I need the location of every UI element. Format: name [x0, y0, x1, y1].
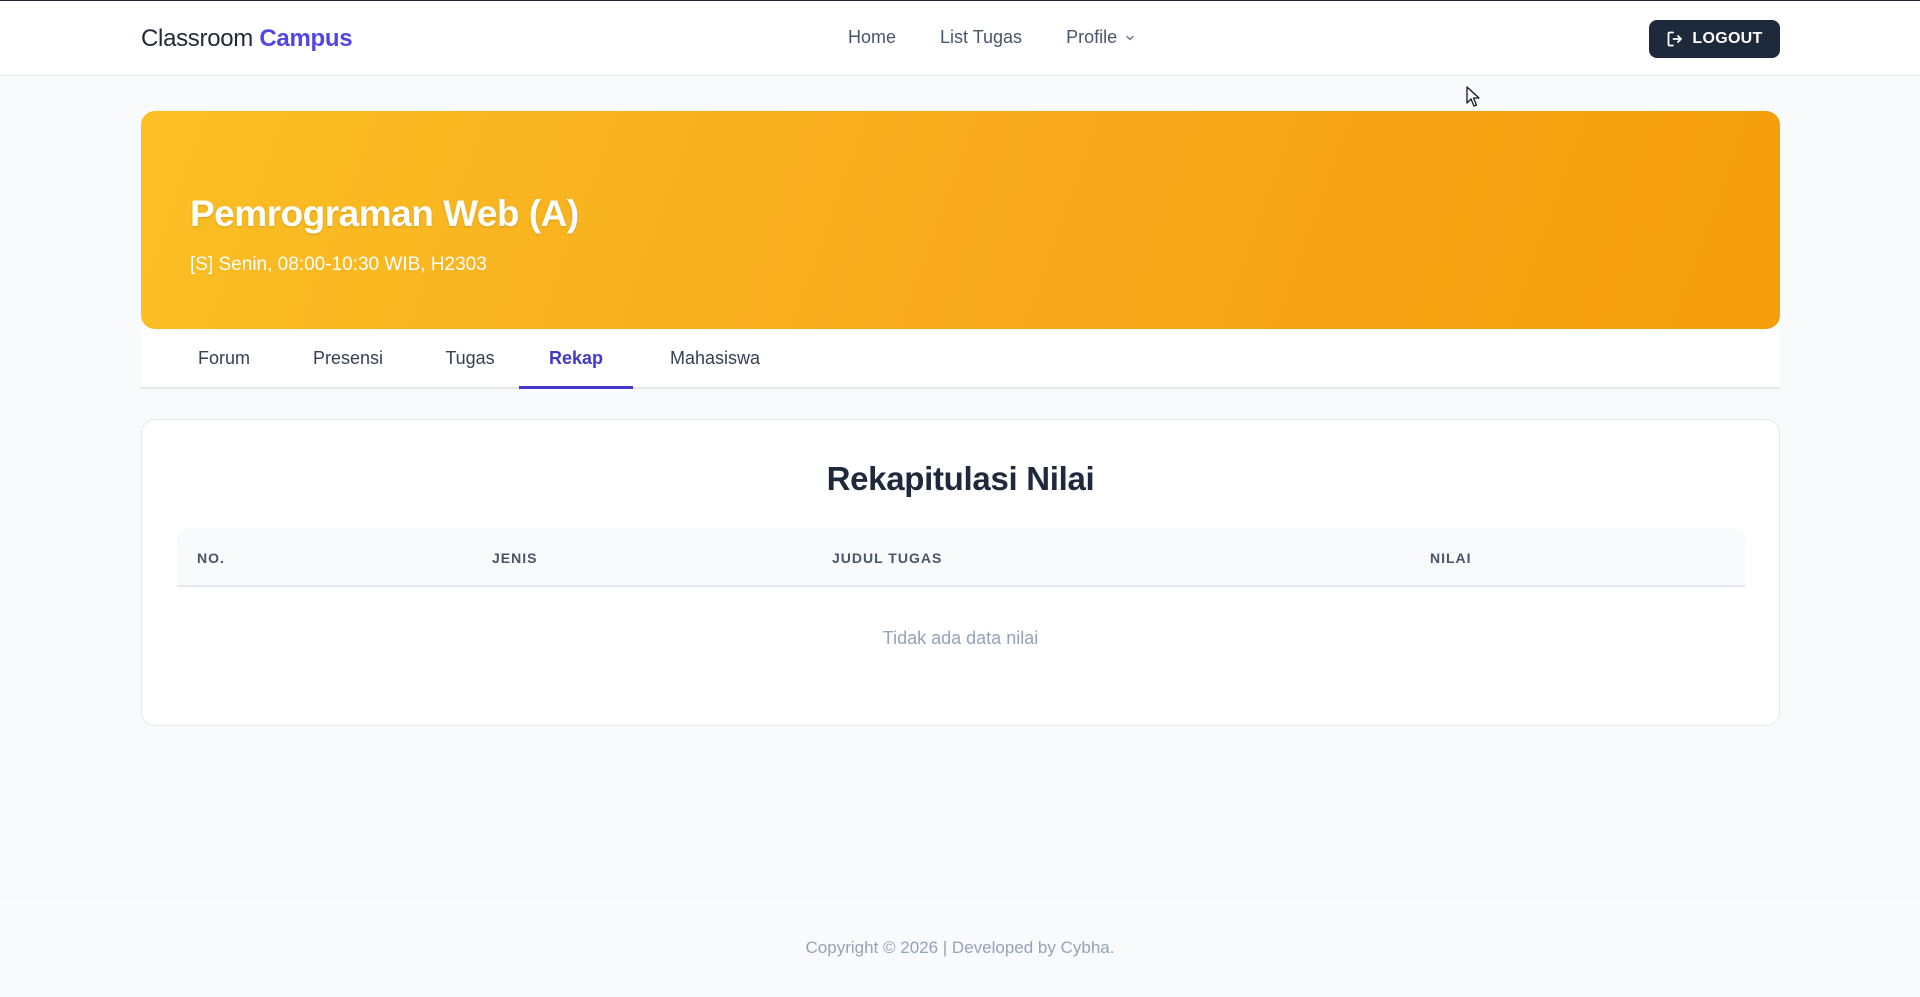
nav-list-tugas-link[interactable]: List Tugas: [940, 27, 1022, 48]
tab-tugas[interactable]: Tugas: [427, 329, 513, 389]
nav-profile-dropdown[interactable]: Profile: [1066, 27, 1135, 48]
nav-links: Home List Tugas Profile: [848, 27, 1135, 48]
page: Classroom Campus Home List Tugas Profile…: [0, 0, 1920, 997]
empty-state-text: Tidak ada data nilai: [882, 628, 1039, 648]
logout-label: LOGOUT: [1692, 30, 1763, 47]
rekap-title: Rekapitulasi Nilai: [826, 460, 1095, 497]
course-banner: Pemrograman Web (A) [S] Senin, 08:00-10:…: [141, 111, 1780, 329]
logout-icon: [1667, 31, 1683, 47]
tab-mahasiswa[interactable]: Mahasiswa: [653, 329, 777, 389]
logout-button[interactable]: LOGOUT: [1649, 20, 1780, 58]
chevron-down-icon: [1126, 35, 1134, 40]
column-header-judul-tugas: JUDUL TUGAS: [832, 550, 943, 566]
course-title: Pemrograman Web (A): [190, 193, 579, 234]
course-schedule: [S] Senin, 08:00-10:30 WIB, H2303: [190, 254, 487, 275]
brand-main: Classroom: [141, 25, 253, 52]
rekap-card: Rekapitulasi Nilai NO. JENIS JUDUL TUGAS…: [141, 419, 1780, 726]
tab-forum[interactable]: Forum: [180, 329, 268, 389]
rekap-table-header: NO. JENIS JUDUL TUGAS NILAI: [177, 529, 1745, 587]
course-tabs: Forum Presensi Tugas Rekap Mahasiswa: [141, 329, 1780, 389]
tab-presensi[interactable]: Presensi: [293, 329, 403, 389]
column-header-nilai: NILAI: [1430, 550, 1472, 566]
tab-rekap[interactable]: Rekap: [519, 329, 633, 389]
footer: Copyright © 2026 | Developed by Cybha.: [0, 896, 1920, 997]
footer-copyright: Copyright © 2026 | Developed by Cybha.: [805, 938, 1115, 957]
mouse-cursor-icon: [1466, 86, 1480, 107]
column-header-jenis: JENIS: [492, 550, 538, 566]
column-header-no: NO.: [197, 550, 225, 566]
navbar: Classroom Campus Home List Tugas Profile…: [0, 0, 1920, 76]
nav-profile-label: Profile: [1066, 27, 1118, 47]
nav-home-link[interactable]: Home: [848, 27, 896, 48]
brand-logo[interactable]: Classroom Campus: [141, 25, 353, 53]
brand-accent: Campus: [259, 25, 353, 52]
